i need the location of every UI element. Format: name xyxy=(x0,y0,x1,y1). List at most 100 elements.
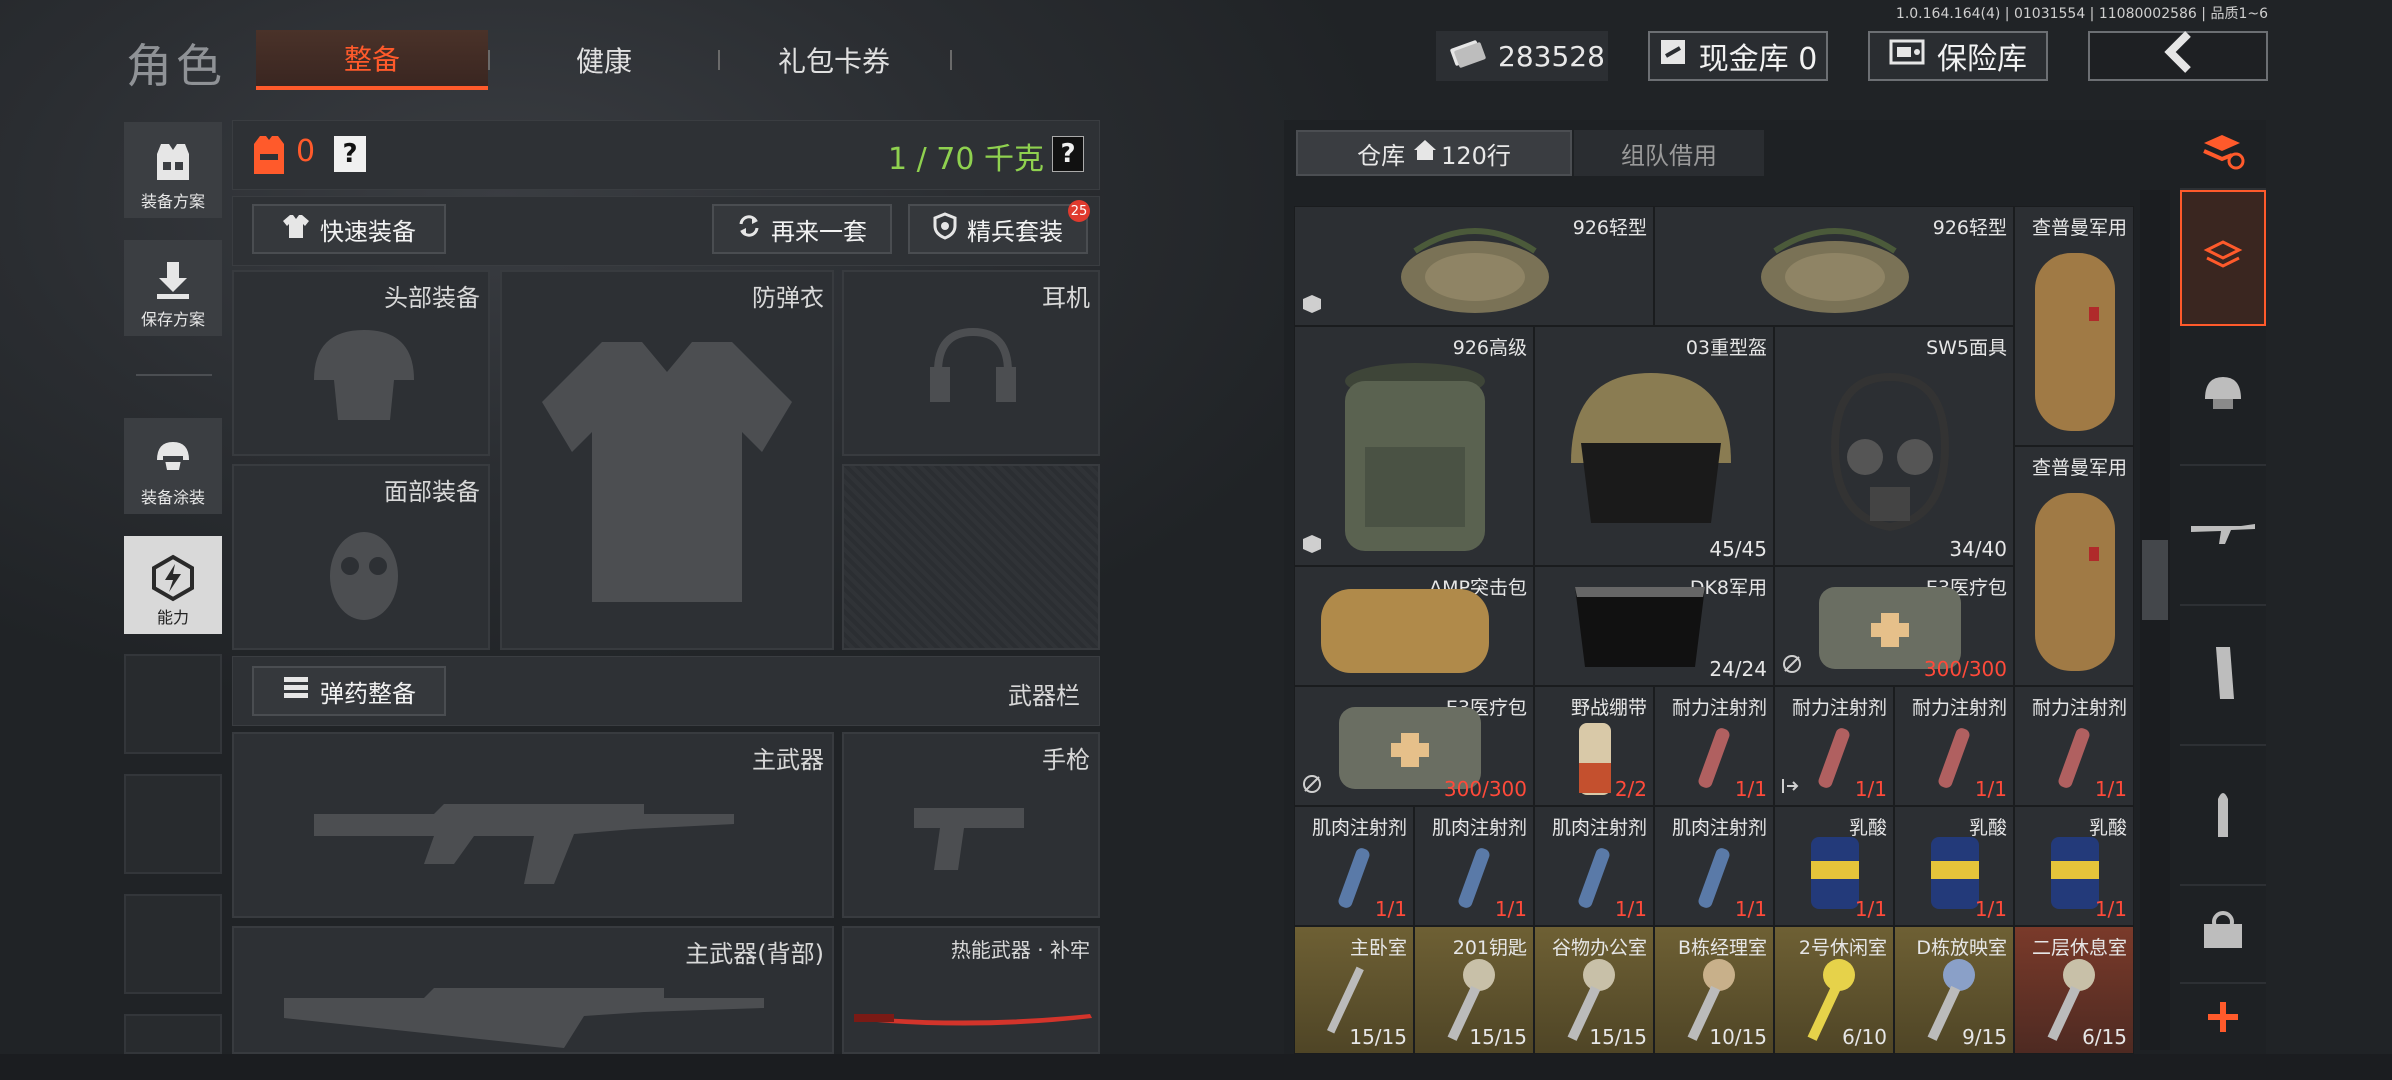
sidebar-save-plan[interactable]: 保存方案 xyxy=(124,240,222,336)
slot-label: 主武器 xyxy=(752,746,824,774)
sort-icon xyxy=(2200,133,2246,175)
item-amp-assault-pack[interactable]: AMP突击包 xyxy=(1294,566,1534,686)
item-stamina-injector[interactable]: 耐力注射剂 1/1 xyxy=(1654,686,1774,806)
empty-gear-slot xyxy=(842,464,1100,650)
item-03-heavy-helmet[interactable]: 03重型盔 45/45 xyxy=(1534,326,1774,566)
elite-set-button[interactable]: 精兵套装 xyxy=(908,204,1088,254)
item-lactic-acid[interactable]: 乳酸 1/1 xyxy=(1894,806,2014,926)
stack-icon xyxy=(1301,293,1323,319)
back-button[interactable] xyxy=(2088,31,2268,81)
again-button[interactable]: 再来一套 xyxy=(712,204,892,254)
item-chapman-bag[interactable]: 查普曼军用 xyxy=(2014,206,2134,446)
add-category-button[interactable] xyxy=(2180,984,2266,1054)
earphone-slot[interactable]: 耳机 xyxy=(842,270,1100,456)
sidebar-ability[interactable]: 能力 xyxy=(124,536,222,634)
tab-separator xyxy=(950,50,952,70)
helmet-ghost-icon xyxy=(314,330,414,420)
shirt-icon xyxy=(282,212,310,246)
item-stamina-injector[interactable]: 耐力注射剂 1/1 xyxy=(2014,686,2134,806)
item-key-grain-office[interactable]: 谷物办公室 15/15 xyxy=(1534,926,1654,1054)
pistol-slot[interactable]: 手枪 xyxy=(842,732,1100,918)
tab-team-borrow[interactable]: 组队借用 xyxy=(1574,130,1764,176)
back-weapon-slot[interactable]: 主武器(背部) xyxy=(232,926,834,1054)
main-weapon-slot[interactable]: 主武器 xyxy=(232,732,834,918)
tall-bag-icon xyxy=(2035,493,2115,671)
item-key-201[interactable]: 201钥匙 15/15 xyxy=(1414,926,1534,1054)
download-icon xyxy=(148,258,198,302)
item-key-master-bedroom[interactable]: 主卧室 15/15 xyxy=(1294,926,1414,1054)
slot-label: 防弹衣 xyxy=(752,284,824,312)
sidebar-label: 保存方案 xyxy=(140,310,205,329)
item-field-bandage[interactable]: 野战绷带 2/2 xyxy=(1534,686,1654,806)
category-key[interactable] xyxy=(2180,886,2266,984)
category-backpack[interactable] xyxy=(2180,190,2266,326)
elite-badge: 25 xyxy=(1068,200,1090,222)
sidebar-loadout-plan[interactable]: 装备方案 xyxy=(124,122,222,218)
ammo-button[interactable]: 弹药整备 xyxy=(252,666,446,716)
item-key-b-manager[interactable]: B栋经理室 10/15 xyxy=(1654,926,1774,1054)
pouch-icon xyxy=(1321,589,1489,673)
tab-warehouse[interactable]: 仓库 120行 xyxy=(1296,130,1572,176)
item-926-advanced-bag[interactable]: 926高级 xyxy=(1294,326,1534,566)
item-e3-medkit[interactable]: E3医疗包 300/300 xyxy=(1774,566,2014,686)
weight-help-button[interactable]: ? xyxy=(1052,136,1084,172)
item-926-light-bag[interactable]: 926轻型 xyxy=(1654,206,2014,326)
sidebar-skin[interactable]: 装备涂装 xyxy=(124,418,222,514)
armor-ghost-icon xyxy=(542,342,792,602)
injector-icon xyxy=(1578,848,1610,908)
sidebar-empty-slot xyxy=(124,654,222,754)
item-key-2f-rest-room[interactable]: 二层休息室 6/15 xyxy=(2014,926,2134,1054)
armor-slot[interactable]: 防弹衣 xyxy=(500,270,834,650)
weapon-bar-label: 武器栏 xyxy=(1008,682,1080,710)
scroll-thumb[interactable] xyxy=(2142,540,2168,620)
insurance-vault-button[interactable]: 保险库 xyxy=(1868,31,2048,81)
tab-equip[interactable]: 整备 xyxy=(256,30,488,90)
warehouse-scrollbar[interactable] xyxy=(2140,190,2170,1050)
cash-icon xyxy=(1659,38,1687,74)
item-stamina-injector[interactable]: 耐力注射剂 1/1 xyxy=(1774,686,1894,806)
tab-health[interactable]: 健康 xyxy=(488,30,720,90)
item-lactic-acid[interactable]: 乳酸 1/1 xyxy=(2014,806,2134,926)
item-926-light-bag[interactable]: 926轻型 xyxy=(1294,206,1654,326)
slot-label: 手枪 xyxy=(1042,746,1090,774)
shield-icon xyxy=(933,212,957,246)
visor-icon xyxy=(1575,587,1705,667)
quick-equip-button[interactable]: 快速装备 xyxy=(252,204,446,254)
face-slot[interactable]: 面部装备 xyxy=(232,464,490,650)
tab-gift[interactable]: 礼包卡券 xyxy=(718,30,950,90)
item-muscle-injector[interactable]: 肌肉注射剂 1/1 xyxy=(1654,806,1774,926)
head-slot[interactable]: 头部装备 xyxy=(232,270,490,456)
injector-icon xyxy=(2058,728,2090,788)
katana-icon xyxy=(854,1014,1092,1026)
item-key-lounge-2[interactable]: 2号休闲室 6/10 xyxy=(1774,926,1894,1054)
item-stamina-injector[interactable]: 耐力注射剂 1/1 xyxy=(1894,686,2014,806)
helmet-paint-icon xyxy=(148,436,198,480)
category-magazine[interactable] xyxy=(2180,606,2266,746)
item-sw5-mask[interactable]: SW5面具 34/40 xyxy=(1774,326,2014,566)
item-dk8-visor[interactable]: DK8军用 24/24 xyxy=(1534,566,1774,686)
item-muscle-injector[interactable]: 肌肉注射剂 1/1 xyxy=(1294,806,1414,926)
insurance-vault-label: 保险库 xyxy=(1937,42,2027,77)
sidebar-empty-slot xyxy=(124,774,222,874)
category-helmet[interactable] xyxy=(2180,326,2266,466)
rifle-back-ghost-icon xyxy=(284,988,764,1048)
back-arrow-icon xyxy=(2160,30,2196,82)
category-ammo[interactable] xyxy=(2180,746,2266,886)
duffel-bag-icon xyxy=(1401,228,1549,313)
headset-ghost-icon xyxy=(930,327,1016,402)
money-display: 283528 xyxy=(1436,31,1608,81)
help-button[interactable]: ? xyxy=(334,136,366,172)
category-weapon[interactable] xyxy=(2180,466,2266,606)
item-chapman-bag[interactable]: 查普曼军用 xyxy=(2014,446,2134,686)
backpack-count: 0 xyxy=(296,134,316,169)
cash-vault-button[interactable]: 现金库 0 xyxy=(1648,31,1828,81)
item-lactic-acid[interactable]: 乳酸 1/1 xyxy=(1774,806,1894,926)
sort-button[interactable] xyxy=(2180,120,2266,190)
thermal-weapon-slot[interactable]: 热能武器 · 补牢 xyxy=(842,926,1100,1054)
item-muscle-injector[interactable]: 肌肉注射剂 1/1 xyxy=(1414,806,1534,926)
duffel-bag-icon xyxy=(1761,228,1909,313)
injector-icon xyxy=(1938,728,1970,788)
item-muscle-injector[interactable]: 肌肉注射剂 1/1 xyxy=(1534,806,1654,926)
item-key-d-screening[interactable]: D栋放映室 9/15 xyxy=(1894,926,2014,1054)
item-e3-medkit[interactable]: E3医疗包 300/300 xyxy=(1294,686,1534,806)
